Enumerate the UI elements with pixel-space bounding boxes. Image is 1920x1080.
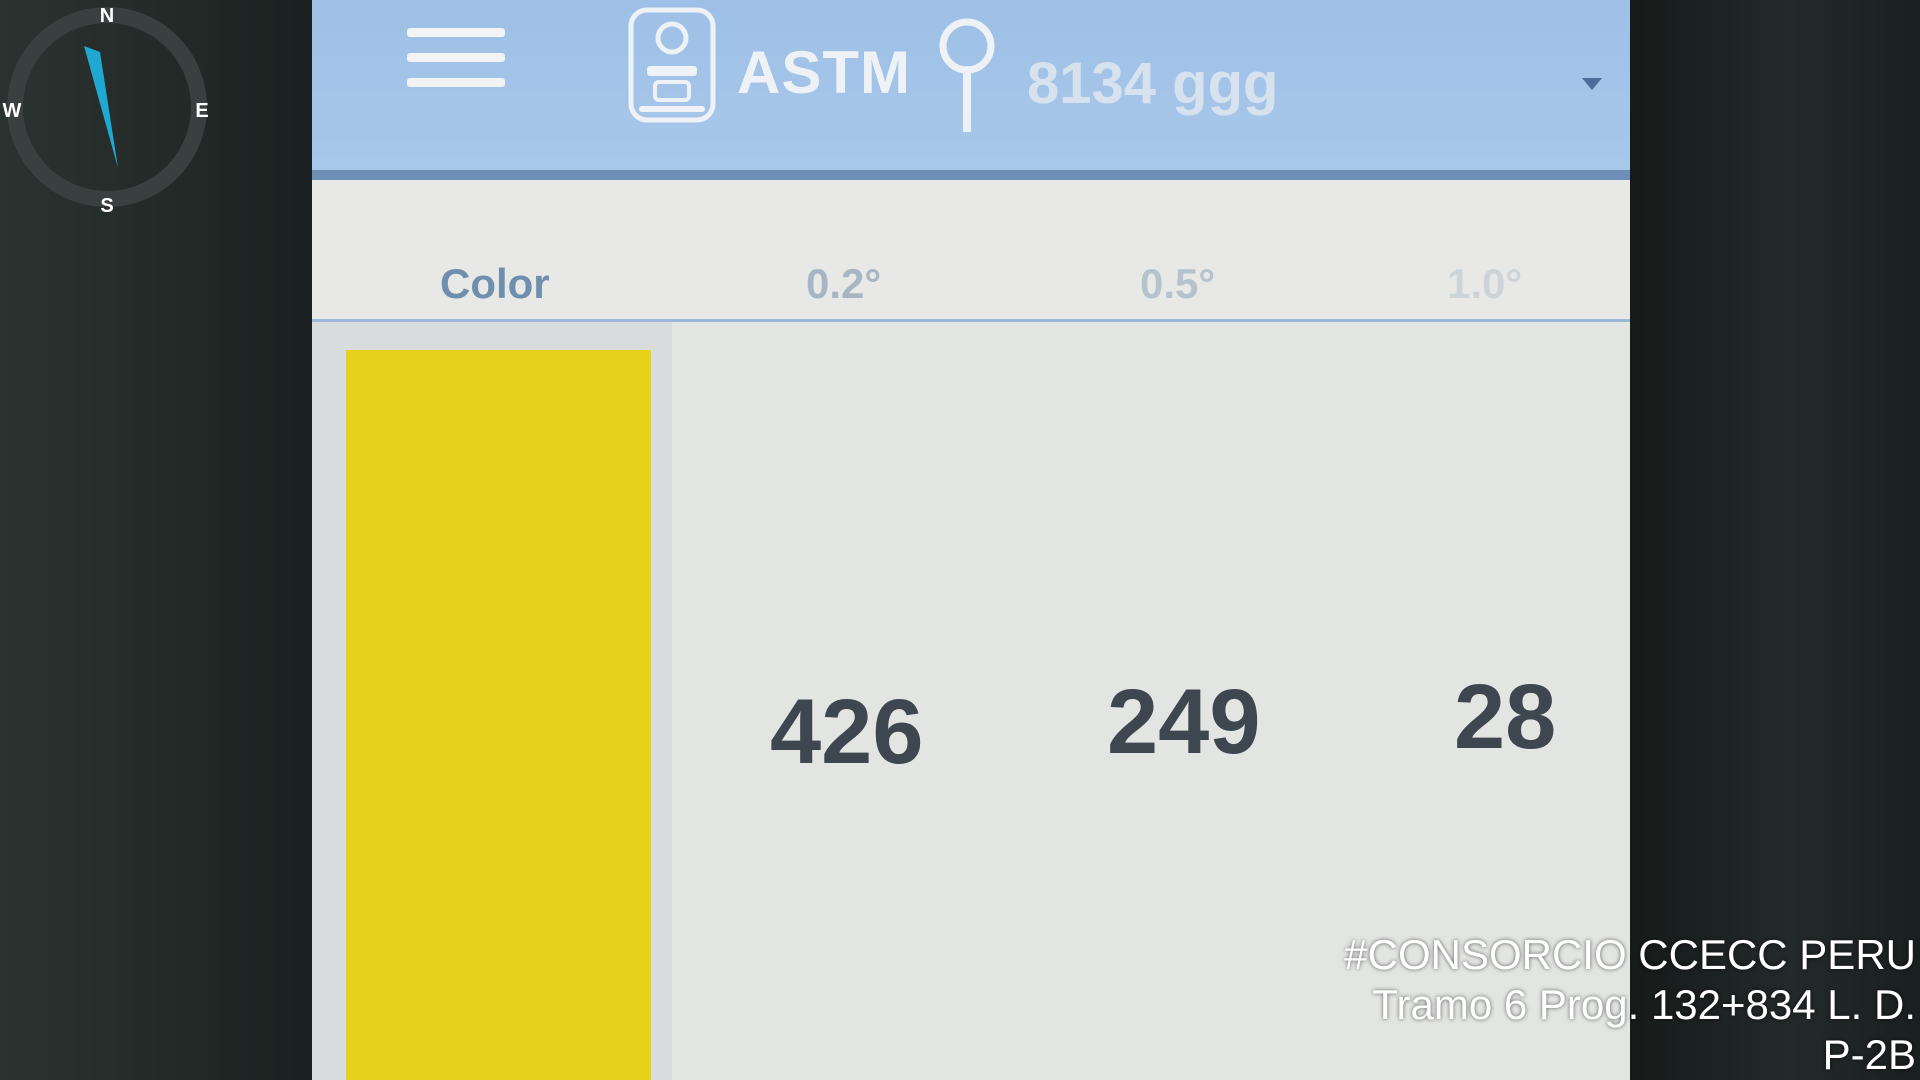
watermark-line-section: Tramo 6 Prog. 132+834 L. D. — [1372, 981, 1916, 1028]
compass-east-label: E — [195, 100, 208, 122]
app-bar: ASTM 8134 ggg — [312, 0, 1630, 180]
column-header-0-5-degrees: 0.5° — [1140, 260, 1216, 307]
device-screen: ASTM 8134 ggg Color 0.2° 0.5° 1.0° 426 2… — [312, 0, 1630, 1080]
measurement-standard-label[interactable]: ASTM — [737, 38, 911, 107]
compass-needle — [84, 46, 118, 168]
retroreflectometer-device-icon — [628, 7, 716, 123]
location-label[interactable]: 8134 ggg — [1027, 50, 1278, 117]
hamburger-menu-icon[interactable] — [407, 28, 505, 98]
compass-north-label: N — [100, 5, 114, 27]
column-header-1-0-degrees: 1.0° — [1447, 260, 1523, 307]
reading-0-2-degrees: 426 — [770, 681, 924, 783]
map-pin-icon — [939, 18, 995, 132]
compass-icon: N S E W — [3, 5, 209, 214]
column-header-0-2-degrees: 0.2° — [806, 260, 882, 307]
watermark-line-point: P-2B — [1822, 1031, 1916, 1078]
watermark-line-company: #CONSORCIO CCECC PERU — [1344, 931, 1916, 978]
table-header-row: Color 0.2° 0.5° 1.0° — [312, 180, 1630, 322]
reading-0-5-degrees: 249 — [1107, 671, 1261, 773]
device-bezel-right — [1630, 0, 1920, 1080]
photo-watermark: #CONSORCIO CCECC PERU Tramo 6 Prog. 132+… — [1344, 930, 1916, 1080]
compass-west-label: W — [3, 100, 22, 122]
color-swatch — [346, 350, 651, 1080]
compass-south-label: S — [100, 195, 113, 214]
color-column — [312, 322, 672, 1080]
chevron-down-icon[interactable] — [1582, 78, 1602, 90]
column-header-color: Color — [440, 260, 550, 307]
reading-1-0-degrees: 28 — [1454, 666, 1557, 768]
